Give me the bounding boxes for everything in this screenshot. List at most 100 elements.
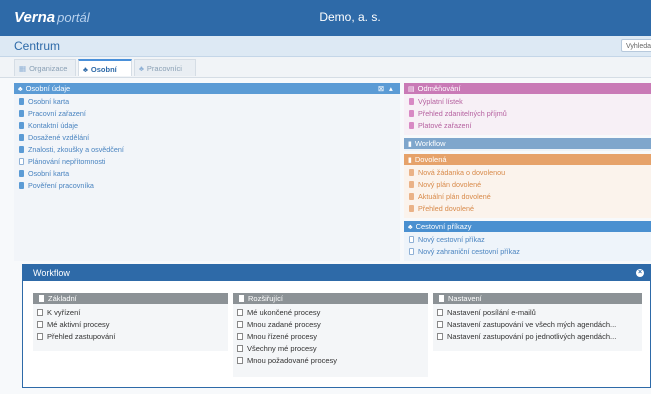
link-prehled-prijmu[interactable]: Přehled zdanitelných příjmů — [409, 108, 507, 119]
link-k-vyrizeni[interactable]: K vyřízení — [37, 307, 80, 318]
link-text: Aktuální plán dovolené — [418, 192, 491, 201]
panel-cestovni-prikazy: ♣ Cestovní příkazy Nový cestovní příkaz N… — [404, 221, 651, 261]
document-icon — [409, 193, 414, 200]
panel-title: Osobní údaje — [25, 84, 71, 93]
dialog-title: Workflow — [33, 268, 70, 278]
tab-bar: ▦ Organizace ♣ Osobní ♣ Pracovníci — [0, 57, 651, 78]
link-text: Pracovní zařazení — [28, 109, 86, 118]
link-nova-zadanka[interactable]: Nová žádanka o dovolenou — [409, 167, 505, 178]
panel-title: Odměňování — [417, 84, 461, 93]
link-zastupovani-vsech-agend[interactable]: Nastavení zastupování ve všech mých agen… — [437, 319, 616, 330]
link-vsechny-me-procesy[interactable]: Všechny mé procesy — [237, 343, 317, 354]
page-title: Centrum — [14, 39, 61, 53]
column-title: Nastavení — [448, 294, 482, 303]
panel-workflow: ▮ Workflow — [404, 138, 651, 151]
item-text: K vyřízení — [47, 308, 81, 317]
document-icon — [437, 321, 443, 328]
link-novy-plan[interactable]: Nový plán dovolené — [409, 179, 481, 190]
link-text: Osobní karta — [28, 97, 70, 106]
panel-osobni-udaje: ♣ Osobní údaje ⊠ ▴ Osobní karta Pracovní … — [14, 83, 400, 261]
link-nastaveni-emailu[interactable]: Nastavení posílání e-mailů — [437, 307, 536, 318]
logo-sub: portál — [57, 10, 90, 25]
column-nastaveni: Nastavení Nastavení posílání e-mailů Nas… — [433, 293, 642, 351]
link-text: Nový zahraniční cestovní příkaz — [418, 247, 520, 256]
document-icon — [409, 169, 414, 176]
column-zakladni: Základní K vyřízení Mé aktivní procesy P… — [33, 293, 228, 351]
link-me-ukoncene-procesy[interactable]: Mé ukončené procesy — [237, 307, 320, 318]
item-text: Mnou požadované procesy — [247, 356, 338, 365]
document-icon — [409, 248, 414, 255]
document-icon — [237, 321, 243, 328]
panel-odmenovani: ▤ Odměňování Výplatní lístek Přehled zdan… — [404, 83, 651, 135]
chevron-up-icon[interactable]: ▴ — [389, 83, 393, 94]
tab-osobni[interactable]: ♣ Osobní — [78, 59, 132, 76]
link-text: Nová žádanka o dovolenou — [418, 168, 506, 177]
link-text: Výplatní lístek — [418, 97, 463, 106]
link-text: Nový plán dovolené — [418, 180, 482, 189]
search-button[interactable]: Vyhleda — [621, 39, 651, 52]
document-icon — [437, 309, 443, 316]
collapse-icon[interactable]: ⊠ — [378, 83, 384, 94]
document-icon — [19, 158, 24, 165]
document-icon — [19, 170, 24, 177]
link-mnou-zadane-procesy[interactable]: Mnou zadané procesy — [237, 319, 321, 330]
item-text: Nastavení zastupování po jednotlivých ag… — [447, 332, 617, 341]
link-dosazene-vzdelani[interactable]: Dosažené vzdělání — [19, 132, 89, 143]
link-text: Kontaktní údaje — [28, 121, 78, 130]
panel-title: Workflow — [414, 139, 446, 148]
panel-header: ♣ Cestovní příkazy — [404, 221, 651, 232]
people-icon: ♣ — [139, 64, 144, 73]
link-pracovni-zarazeni[interactable]: Pracovní zařazení — [19, 108, 86, 119]
link-text: Znalosti, zkoušky a osvědčení — [28, 145, 124, 154]
building-icon: ▦ — [19, 64, 27, 73]
document-icon — [19, 98, 24, 105]
document-icon — [409, 236, 414, 243]
workflow-dialog: Workflow × Základní K vyřízení Mé aktivn… — [22, 264, 651, 388]
tab-label: Pracovníci — [146, 64, 182, 73]
item-text: Mnou řízené procesy — [247, 332, 318, 341]
link-me-aktivni-procesy[interactable]: Mé aktivní procesy — [37, 319, 110, 330]
link-planovani-nepritomnosti[interactable]: Plánování nepřítomnosti — [19, 156, 106, 167]
link-osobni-karta[interactable]: Osobní karta — [19, 96, 69, 107]
link-osobni-karta-2[interactable]: Osobní karta — [19, 168, 69, 179]
link-mnou-pozadovane-procesy[interactable]: Mnou požadované procesy — [237, 355, 337, 366]
link-text: Plánování nepřítomnosti — [28, 157, 106, 166]
link-prehled-dovolene[interactable]: Přehled dovolené — [409, 203, 474, 214]
link-kontaktni-udaje[interactable]: Kontaktní údaje — [19, 120, 78, 131]
item-text: Všechny mé procesy — [247, 344, 317, 353]
panel-header: ▮ Dovolená — [404, 154, 651, 165]
column-header: Rozšiřující — [233, 293, 428, 304]
money-icon: ▤ — [408, 86, 415, 93]
close-icon[interactable]: × — [636, 269, 644, 277]
panel-header[interactable]: ▮ Workflow — [404, 138, 651, 149]
document-icon — [19, 182, 24, 189]
link-znalosti[interactable]: Znalosti, zkoušky a osvědčení — [19, 144, 124, 155]
company-name: Demo, a. s. — [319, 10, 381, 24]
document-icon — [237, 309, 243, 316]
link-text: Platové zařazení — [418, 121, 472, 130]
dialog-header: Workflow × — [23, 265, 651, 281]
travel-icon: ♣ — [408, 224, 413, 231]
tab-pracovnici[interactable]: ♣ Pracovníci — [134, 59, 196, 76]
document-icon — [239, 295, 244, 302]
person-icon: ♣ — [18, 86, 23, 93]
link-mnou-rizene-procesy[interactable]: Mnou řízené procesy — [237, 331, 317, 342]
link-text: Přehled zdanitelných příjmů — [418, 109, 507, 118]
link-platove-zarazeni[interactable]: Platové zařazení — [409, 120, 472, 131]
link-novy-zahranicni-prikaz[interactable]: Nový zahraniční cestovní příkaz — [409, 246, 520, 257]
logo-text: Verna — [14, 9, 56, 26]
verna-logo[interactable]: Verna portál — [14, 9, 90, 26]
document-icon — [19, 110, 24, 117]
document-icon: ▮ — [408, 141, 412, 148]
tab-organizace[interactable]: ▦ Organizace — [14, 59, 76, 76]
link-aktualni-plan[interactable]: Aktuální plán dovolené — [409, 191, 491, 202]
link-vyplatni-listek[interactable]: Výplatní lístek — [409, 96, 463, 107]
link-povereni-pracovnika[interactable]: Pověření pracovníka — [19, 180, 94, 191]
column-header: Nastavení — [433, 293, 642, 304]
link-novy-cestovni-prikaz[interactable]: Nový cestovní příkaz — [409, 234, 485, 245]
link-zastupovani-jednotlivych-agend[interactable]: Nastavení zastupování po jednotlivých ag… — [437, 331, 616, 342]
link-prehled-zastupovani[interactable]: Přehled zastupování — [37, 331, 115, 342]
document-icon — [37, 321, 43, 328]
item-text: Nastavení posílání e-mailů — [447, 308, 536, 317]
document-icon — [39, 295, 44, 302]
